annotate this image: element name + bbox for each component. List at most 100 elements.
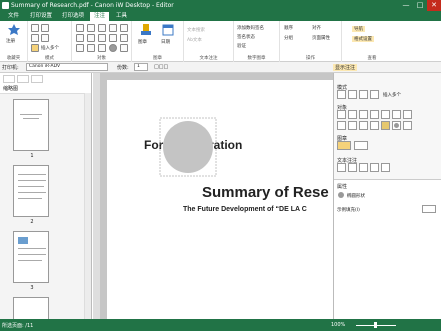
pane-text-select-icon[interactable] (370, 90, 379, 99)
zoom-icon[interactable] (31, 34, 39, 42)
arrow-icon[interactable] (76, 34, 84, 42)
thumbnail-page-2[interactable] (13, 165, 49, 217)
copies-input[interactable]: 1 (134, 63, 148, 71)
rectangle-icon[interactable] (109, 24, 117, 32)
align-label[interactable]: 对齐 (312, 25, 321, 31)
date-stamp-icon[interactable] (162, 23, 174, 37)
fill-color-dropdown[interactable] (422, 205, 436, 213)
menu-annotation[interactable]: 注注 (90, 12, 110, 21)
option-bar: 打印机: Canon iR-ADV 份数: 1 □□□ 显示注注 (0, 62, 441, 73)
group-label-operation: 操作 (306, 56, 315, 61)
pane-pen-icon[interactable] (348, 121, 357, 130)
line-icon[interactable] (98, 24, 106, 32)
hand-icon[interactable] (31, 24, 39, 32)
register-label[interactable]: 注册 (6, 38, 15, 44)
pane-annot-1-icon[interactable] (337, 163, 346, 172)
pane-date-stamp-icon[interactable] (354, 141, 368, 150)
tab-bookmarks[interactable] (17, 75, 29, 83)
more-icon[interactable] (120, 44, 128, 52)
pane-annot-2-icon[interactable] (348, 163, 357, 172)
page-number-3: 3 (30, 285, 34, 291)
insert-icon[interactable] (31, 44, 39, 52)
menu-tools[interactable]: 工具 (112, 12, 131, 21)
app-icon (2, 2, 9, 9)
pane-square-icon[interactable] (403, 121, 412, 130)
star-icon[interactable] (7, 23, 21, 36)
menu-file[interactable]: 文件 (4, 12, 23, 21)
group-label-text-annotation: 文本注注 (199, 56, 218, 61)
pane-ellipse-icon[interactable] (392, 110, 401, 119)
show-annotation-button[interactable]: 显示注注 (333, 64, 358, 71)
printer-select[interactable]: Canon iR-ADV (26, 63, 108, 71)
pane-highlighter-icon[interactable] (370, 121, 379, 130)
tab-annotations[interactable] (31, 75, 43, 83)
thumbnail-scrollbar[interactable] (84, 93, 91, 319)
polyline-icon[interactable] (87, 34, 95, 42)
page-props-label[interactable]: 页面属性 (312, 35, 330, 41)
signature-status-label[interactable]: 签名状态 (237, 34, 255, 40)
text-select-icon[interactable] (41, 34, 49, 42)
pane-filled-ellipse-icon[interactable] (392, 121, 401, 130)
text-icon[interactable] (87, 24, 95, 32)
selected-ellipse[interactable] (159, 117, 217, 177)
pane-eraser-icon[interactable] (359, 121, 368, 130)
scale-controls[interactable]: □□□ (154, 64, 168, 70)
pen-icon[interactable] (76, 44, 84, 52)
group-text-annotation: 文本搜索 Ab文本 文本注注 (184, 21, 234, 62)
format-settings-button[interactable]: 格式设置 (352, 36, 374, 42)
select-icon[interactable] (41, 24, 49, 32)
navigation-button[interactable]: 导航 (352, 26, 365, 32)
square-icon[interactable] (98, 44, 106, 52)
ribbon: 注册 收藏夹 插入多个 模式 对象 图章 日期 图章 文本搜索 Ab文本 文本注… (0, 21, 441, 62)
zoom-slider-thumb[interactable] (374, 322, 377, 328)
thumbnail-page-1[interactable] (13, 99, 49, 151)
maximize-button[interactable]: □ (413, 0, 427, 11)
pane-annot-5-icon[interactable] (381, 163, 390, 172)
pane-rect-icon[interactable] (381, 110, 390, 119)
stamp-icon[interactable] (140, 23, 152, 37)
minimize-button[interactable]: — (399, 0, 413, 11)
stamp-label[interactable]: 图章 (138, 39, 147, 45)
circle-icon[interactable] (120, 34, 128, 42)
pane-textbox-icon[interactable] (337, 110, 346, 119)
menu-print-options[interactable]: 打印选项 (58, 12, 88, 21)
pane-arrow-icon[interactable] (337, 121, 346, 130)
pane-circle-icon[interactable] (403, 110, 412, 119)
pane-font-icon[interactable] (359, 110, 368, 119)
thumbnail-page-4[interactable] (13, 297, 49, 320)
order-label[interactable]: 顺序 (284, 25, 293, 31)
eraser-icon[interactable] (87, 44, 95, 52)
document-page[interactable]: For: ration Summary of Rese The Future D… (107, 80, 333, 319)
menu-print-settings[interactable]: 打印设置 (26, 12, 56, 21)
insert-multiple-label[interactable]: 插入多个 (41, 45, 59, 51)
pane-stamp-icon[interactable] (337, 141, 351, 150)
highlighter-icon[interactable] (109, 34, 117, 42)
pane-hand-icon[interactable] (337, 90, 346, 99)
properties-label: 属性 (337, 184, 348, 190)
date-label[interactable]: 日期 (161, 39, 170, 45)
pane-annot-3-icon[interactable] (359, 163, 368, 172)
group-favorites: 注册 收藏夹 (0, 21, 28, 62)
pane-select-icon[interactable] (348, 90, 357, 99)
polygon-icon[interactable] (98, 34, 106, 42)
pane-text-icon[interactable] (348, 110, 357, 119)
document-side-strip[interactable] (93, 73, 100, 319)
text-box-icon[interactable] (76, 24, 84, 32)
tab-thumbnails[interactable] (3, 75, 15, 83)
thumbnail-page-3[interactable] (13, 231, 49, 283)
ellipse-icon[interactable] (120, 24, 128, 32)
group-action-label[interactable]: 分组 (284, 35, 293, 41)
title-bar: Summary of Research.pdf - Canon iW Deskt… (0, 0, 441, 11)
pane-line-icon[interactable] (370, 110, 379, 119)
properties-pane: 模式 插入多个 对象 图章 文本注注 属性 椭圆形状 示例填充(I) (333, 73, 441, 319)
verify-label[interactable]: 验证 (237, 43, 246, 49)
pane-insert-label[interactable]: 插入多个 (383, 92, 401, 98)
pane-annot-4-icon[interactable] (370, 163, 379, 172)
pane-fill-icon[interactable] (381, 121, 390, 130)
pane-zoom-icon[interactable] (359, 90, 368, 99)
add-signature-label[interactable]: 添加数码签名 (237, 25, 264, 31)
zoom-level[interactable]: 100% (331, 322, 345, 328)
group-mode: 插入多个 模式 (28, 21, 72, 62)
filled-ellipse-icon[interactable] (109, 44, 117, 52)
close-button[interactable]: ✕ (427, 0, 441, 11)
